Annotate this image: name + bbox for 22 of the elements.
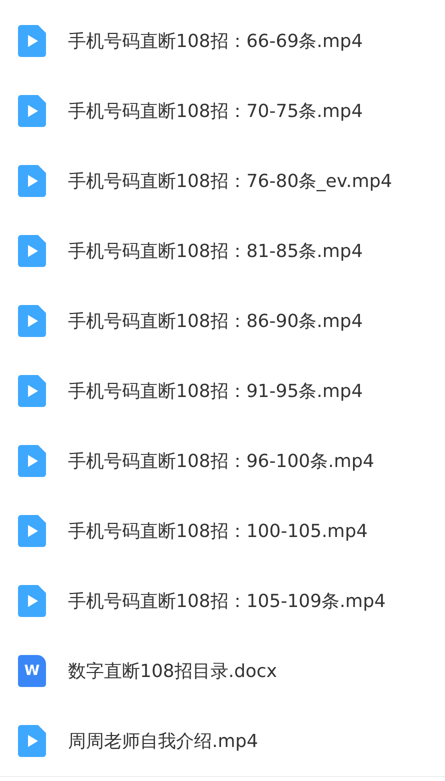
file-name[interactable]: 数字直断108招目录.docx [68, 658, 278, 684]
file-name[interactable]: 手机号码直断108招：105-109条.mp4 [68, 588, 386, 614]
file-name[interactable]: 手机号码直断108招：70-75条.mp4 [68, 98, 363, 124]
video-file-icon [18, 445, 46, 477]
file-name[interactable]: 手机号码直断108招：81-85条.mp4 [68, 238, 363, 264]
video-file-icon [18, 165, 46, 197]
video-file-icon [18, 25, 46, 57]
file-name[interactable]: 手机号码直断108招：86-90条.mp4 [68, 308, 363, 334]
video-file-icon [18, 585, 46, 617]
word-file-icon: W [18, 655, 46, 687]
file-name[interactable]: 手机号码直断108招：91-95条.mp4 [68, 378, 363, 404]
file-name[interactable]: 手机号码直断108招：66-69条.mp4 [68, 28, 363, 54]
video-file-icon [18, 305, 46, 337]
file-name[interactable]: 手机号码直断108招：76-80条_ev.mp4 [68, 168, 392, 194]
video-file-icon [18, 725, 46, 757]
video-file-icon [18, 515, 46, 547]
video-file-icon [18, 375, 46, 407]
video-file-icon [18, 95, 46, 127]
video-file-icon [18, 235, 46, 267]
file-name[interactable]: 手机号码直断108招：96-100条.mp4 [68, 448, 374, 474]
file-name[interactable]: 手机号码直断108招：100-105.mp4 [68, 518, 368, 544]
file-name[interactable]: 周周老师自我介绍.mp4 [68, 728, 258, 754]
